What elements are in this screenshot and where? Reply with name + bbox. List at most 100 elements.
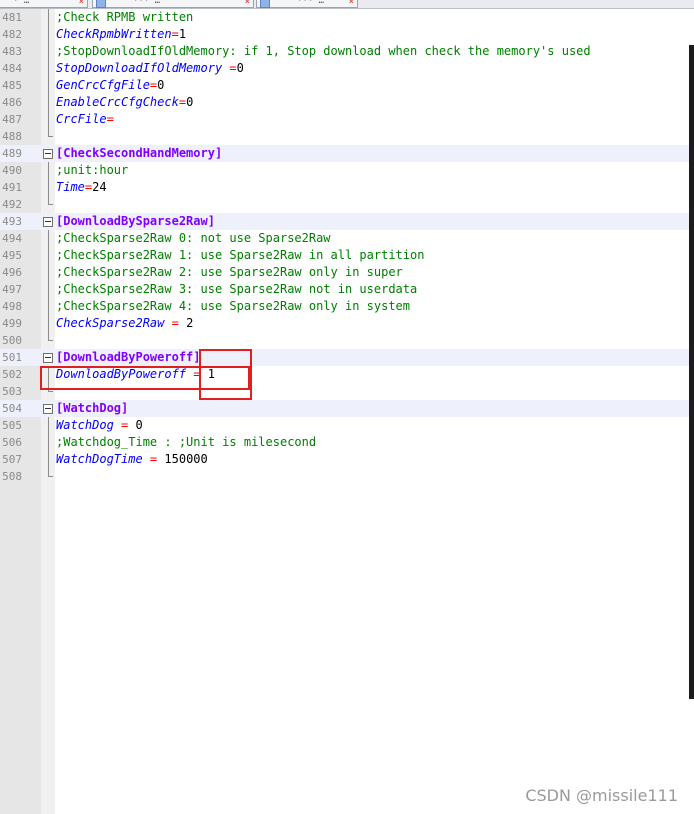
code-line[interactable]: 498 ;CheckSparse2Raw 4: use Sparse2Raw on… (0, 298, 694, 315)
close-icon[interactable]: × (245, 0, 250, 7)
code-line[interactable]: 486 EnableCrcCfgCheck=0 (0, 94, 694, 111)
section-header: [DownloadByPoweroff] (56, 350, 201, 364)
line-number: 507 (2, 453, 22, 466)
code-line[interactable]: 493 [DownloadBySparse2Raw] (0, 213, 694, 230)
fold-toggle-icon[interactable] (43, 353, 53, 363)
fold-end-mark (48, 136, 53, 137)
line-code: ;Watchdog_Time : ;Unit is milesecond (56, 434, 316, 451)
code-line[interactable]: 499 CheckSparse2Raw = 2 (0, 315, 694, 332)
code-line[interactable]: 507 WatchDogTime = 150000 (0, 451, 694, 468)
tab-file-2[interactable]: ··· … × (92, 0, 254, 8)
fold-toggle-icon[interactable] (43, 404, 53, 414)
setting-key: GenCrcCfgFile (56, 78, 150, 92)
line-number: 499 (2, 317, 22, 330)
tab-file-1[interactable]: · … × (0, 0, 88, 8)
equals-sign: = (171, 27, 179, 41)
code-line[interactable]: 505 WatchDog = 0 (0, 417, 694, 434)
comment-text: ;CheckSparse2Raw 0: not use Sparse2Raw (56, 231, 331, 245)
code-line[interactable]: 483 ;StopDownloadIfOldMemory: if 1, Stop … (0, 43, 694, 60)
fold-guide (48, 230, 49, 247)
comment-text: ;CheckSparse2Raw 2: use Sparse2Raw only … (56, 265, 403, 279)
fold-toggle-icon[interactable] (43, 149, 53, 159)
code-line[interactable]: 492 (0, 196, 694, 213)
code-line[interactable]: 494 ;CheckSparse2Raw 0: not use Sparse2Ra… (0, 230, 694, 247)
equals-sign: = (164, 316, 187, 330)
code-line[interactable]: 495 ;CheckSparse2Raw 1: use Sparse2Raw in… (0, 247, 694, 264)
setting-value: 0 (157, 78, 165, 92)
line-code: ;CheckSparse2Raw 2: use Sparse2Raw only … (56, 264, 403, 281)
code-line[interactable]: 482 CheckRpmbWritten=1 (0, 26, 694, 43)
setting-value: 0 (186, 95, 194, 109)
line-number: 492 (2, 198, 22, 211)
code-line[interactable]: 490 ;unit:hour (0, 162, 694, 179)
comment-text: ;CheckSparse2Raw 4: use Sparse2Raw only … (56, 299, 411, 313)
line-code: ;CheckSparse2Raw 3: use Sparse2Raw not i… (56, 281, 417, 298)
line-number: 494 (2, 232, 22, 245)
vertical-scrollbar[interactable] (689, 45, 694, 699)
equals-sign: = (106, 112, 114, 126)
fold-toggle-icon[interactable] (43, 217, 53, 227)
fold-guide (48, 26, 49, 43)
code-line[interactable]: 497 ;CheckSparse2Raw 3: use Sparse2Raw no… (0, 281, 694, 298)
setting-key: WatchDog (56, 418, 114, 432)
comment-text: ;Watchdog_Time : ;Unit is milesecond (56, 435, 317, 449)
comment-text: ;CheckSparse2Raw 3: use Sparse2Raw not i… (56, 282, 418, 296)
editor-text-area[interactable]: 481 ;Check RPMB written 482 CheckRpmbWritte… (0, 9, 694, 485)
line-code: [CheckSecondHandMemory] (56, 145, 222, 162)
setting-key: WatchDogTime (56, 452, 143, 466)
line-number: 508 (2, 470, 22, 483)
line-number: 489 (2, 147, 22, 160)
code-line[interactable]: 496 ;CheckSparse2Raw 2: use Sparse2Raw on… (0, 264, 694, 281)
comment-text: ;Check RPMB written (56, 10, 194, 24)
setting-value: 150000 (164, 452, 208, 466)
code-line[interactable]: 501 [DownloadByPoweroff] (0, 349, 694, 366)
code-line[interactable]: 504 [WatchDog] (0, 400, 694, 417)
close-icon[interactable]: × (349, 0, 354, 7)
code-line[interactable]: 481 ;Check RPMB written (0, 9, 694, 26)
code-line[interactable]: 485 GenCrcCfgFile=0 (0, 77, 694, 94)
line-code: GenCrcCfgFile=0 (56, 77, 164, 94)
fold-end-mark (48, 204, 53, 205)
tab-label: ··· … (133, 0, 161, 6)
code-line[interactable]: 508 (0, 468, 694, 485)
line-code: EnableCrcCfgCheck=0 (56, 94, 193, 111)
code-line[interactable]: 488 (0, 128, 694, 145)
code-line[interactable]: 484 StopDownloadIfOldMemory =0 (0, 60, 694, 77)
close-icon[interactable]: × (79, 0, 84, 7)
line-number: 490 (2, 164, 22, 177)
file-icon (96, 0, 106, 8)
code-line[interactable]: 489 [CheckSecondHandMemory] (0, 145, 694, 162)
line-code: ;CheckSparse2Raw 1: use Sparse2Raw in al… (56, 247, 424, 264)
line-number: 487 (2, 113, 22, 126)
watermark: CSDN @missile111 (525, 786, 678, 805)
tab-file-3[interactable]: ··· … × (256, 0, 358, 8)
comment-text: ;CheckSparse2Raw 1: use Sparse2Raw in al… (56, 248, 425, 262)
setting-key: CheckRpmbWritten (56, 27, 172, 41)
fold-guide (48, 9, 49, 26)
line-number: 488 (2, 130, 22, 143)
fold-guide (48, 247, 49, 264)
fold-guide (48, 94, 49, 111)
equals-sign: = (142, 452, 165, 466)
line-number: 484 (2, 62, 22, 75)
line-number: 491 (2, 181, 22, 194)
code-line[interactable]: 500 (0, 332, 694, 349)
fold-end-mark (48, 391, 53, 392)
equals-sign: = (113, 418, 136, 432)
line-code: ;CheckSparse2Raw 0: not use Sparse2Raw (56, 230, 331, 247)
code-line[interactable]: 491 Time=24 (0, 179, 694, 196)
line-code: CheckRpmbWritten=1 (56, 26, 186, 43)
line-code: WatchDogTime = 150000 (56, 451, 208, 468)
comment-text: ;StopDownloadIfOldMemory: if 1, Stop dow… (56, 44, 591, 58)
code-line[interactable]: 506 ;Watchdog_Time : ;Unit is milesecond (0, 434, 694, 451)
tab-label: ··· … (297, 0, 325, 6)
code-line[interactable]: 487 CrcFile= (0, 111, 694, 128)
setting-value: 24 (92, 180, 107, 194)
line-number: 495 (2, 249, 22, 262)
line-code: ;StopDownloadIfOldMemory: if 1, Stop dow… (56, 43, 591, 60)
line-number: 481 (2, 11, 22, 24)
fold-guide (48, 298, 49, 315)
fold-guide (48, 111, 49, 128)
line-code: ;unit:hour (56, 162, 128, 179)
fold-guide (48, 179, 49, 196)
